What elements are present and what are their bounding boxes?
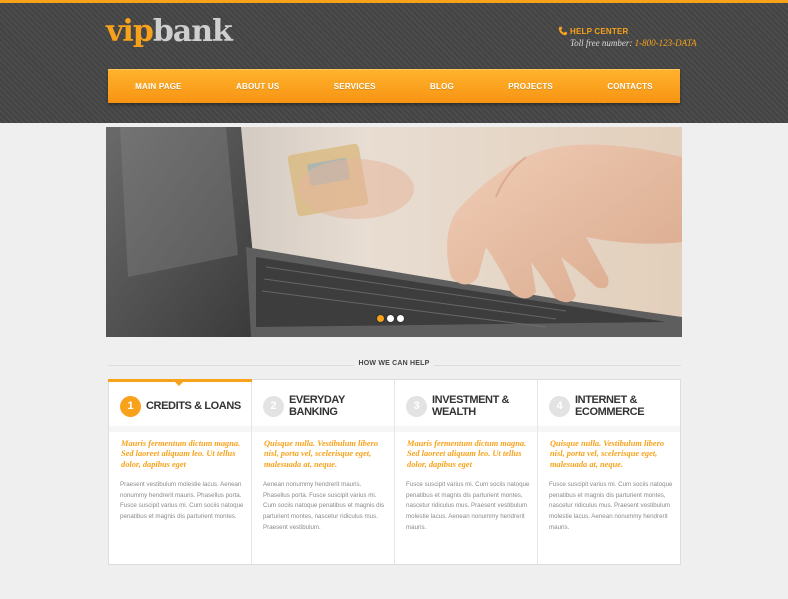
feature-body: Praesent vestibulum molestie lacus. Aene… [120, 481, 244, 521]
nav-contacts[interactable]: CONTACTS [607, 82, 652, 91]
feature-title[interactable]: Investment & Wealth [432, 394, 537, 418]
slider-dot-1[interactable] [377, 315, 384, 322]
feature-lead: Quisque nulla. Vestibulum libero nisl, p… [264, 439, 379, 469]
feature-head: 4 Internet & eCommerce [549, 393, 680, 419]
feature-lead: Quisque nulla. Vestibulum libero nisl, p… [550, 439, 665, 469]
site-header: vipbank HELP CENTER Toll free number: 1-… [0, 3, 788, 123]
logo-vip: vip [106, 14, 154, 49]
feature-internet-ecommerce[interactable]: 4 Internet & eCommerce Quisque nulla. Ve… [538, 380, 680, 564]
features-panel: 1 Credits & Loans Mauris fermentum dictu… [108, 379, 681, 565]
feature-divider [109, 426, 251, 432]
feature-title[interactable]: Everyday Banking [289, 394, 394, 418]
feature-divider [252, 426, 394, 432]
site-logo[interactable]: vipbank [106, 14, 233, 49]
nav-main-page[interactable]: MAIN PAGE [135, 82, 182, 91]
slider-dot-3[interactable] [397, 315, 404, 322]
feature-divider [538, 426, 680, 432]
help-center-title: HELP CENTER [570, 27, 629, 36]
feature-head: 1 Credits & Loans [120, 393, 241, 419]
logo-bank: bank [152, 14, 233, 49]
tollfree-number[interactable]: 1-800-123-DATA [635, 38, 697, 48]
feature-head: 2 Everyday Banking [263, 393, 394, 419]
feature-number-badge: 3 [406, 395, 427, 417]
divider-right [434, 365, 681, 366]
feature-head: 3 Investment & Wealth [406, 393, 537, 419]
feature-title[interactable]: Internet & eCommerce [575, 394, 680, 418]
nav-blog[interactable]: BLOG [430, 82, 454, 91]
feature-credits-loans[interactable]: 1 Credits & Loans Mauris fermentum dictu… [108, 379, 252, 564]
phone-icon [558, 26, 567, 36]
feature-body: Fusce suscipit varius mi. Cum sociis nat… [406, 481, 530, 531]
main-nav: MAIN PAGE ABOUT US SERVICES BLOG PROJECT… [108, 69, 680, 103]
nav-services[interactable]: SERVICES [334, 82, 376, 91]
feature-number-badge: 1 [120, 395, 141, 417]
feature-title[interactable]: Credits & Loans [146, 400, 241, 412]
feature-number-badge: 4 [549, 395, 570, 417]
feature-number-badge: 2 [263, 395, 284, 417]
hero-slider [106, 127, 682, 337]
feature-body: Aenean nonummy hendrerit mauris. Phasell… [263, 481, 385, 531]
feature-lead: Mauris fermentum dictum magna. Sed laore… [121, 439, 241, 469]
nav-projects[interactable]: PROJECTS [508, 82, 553, 91]
feature-body: Fusce suscipit varius mi. Cum sociis nat… [549, 481, 673, 531]
tollfree-label: Toll free number: [570, 38, 635, 48]
slider-dots [377, 315, 404, 322]
tollfree-line: Toll free number: 1-800-123-DATA [570, 38, 697, 48]
feature-lead: Mauris fermentum dictum magna. Sed laore… [407, 439, 527, 469]
nav-about-us[interactable]: ABOUT US [236, 82, 279, 91]
feature-divider [395, 426, 537, 432]
hero-image [106, 127, 682, 337]
feature-investment-wealth[interactable]: 3 Investment & Wealth Mauris fermentum d… [395, 380, 538, 564]
feature-everyday-banking[interactable]: 2 Everyday Banking Quisque nulla. Vestib… [252, 380, 395, 564]
slider-dot-2[interactable] [387, 315, 394, 322]
